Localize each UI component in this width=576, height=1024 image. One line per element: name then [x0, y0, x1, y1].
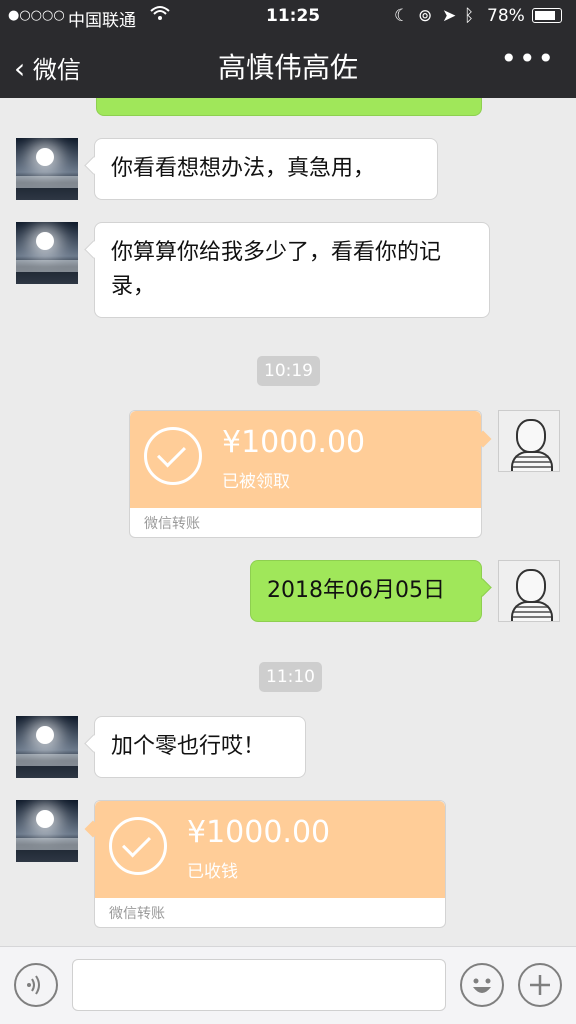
plus-button[interactable]	[518, 963, 562, 1007]
message-text: 你算算你给我多少了，看看你的记录，	[111, 240, 442, 299]
carrier-label: 中国联通	[68, 11, 136, 31]
checkmark-circle-icon	[144, 427, 202, 485]
contact-avatar[interactable]	[16, 716, 78, 778]
moon-icon: ☾	[394, 6, 410, 26]
rotation-lock-icon: ⊚	[418, 6, 433, 26]
transfer-header: ¥1000.00 已收钱	[95, 801, 445, 898]
plus-icon	[530, 975, 550, 995]
contact-avatar[interactable]	[16, 800, 78, 862]
message-bubble[interactable]: 加个零也行哎！	[94, 716, 306, 778]
status-bar: ●○○○○ 中国联通 11:25 ☾ ⊚ ➤ ᛒ 78%	[0, 0, 576, 32]
emoji-icon	[473, 978, 491, 993]
contact-avatar[interactable]	[16, 222, 78, 284]
transfer-card[interactable]: ¥1000.00 已收钱 微信转账	[94, 800, 446, 928]
message-text: 2018年06月05日	[267, 578, 445, 603]
message-bubble[interactable]: 你看看想想办法，真急用，	[94, 138, 438, 200]
timestamp: 10:19	[257, 356, 320, 386]
more-button[interactable]: •••	[500, 42, 556, 75]
message-bubble[interactable]: 2018年06月05日	[250, 560, 482, 622]
wifi-icon	[150, 5, 170, 26]
message-input[interactable]	[72, 959, 446, 1011]
clock: 11:25	[266, 6, 321, 26]
transfer-status: 已被领取	[222, 472, 290, 492]
my-avatar[interactable]	[498, 560, 560, 622]
message-text: 加个零也行哎！	[111, 734, 266, 759]
voice-button[interactable]	[14, 963, 58, 1007]
transfer-amount: ¥1000.00	[187, 815, 331, 850]
signal-strength-icon: ●○○○○	[8, 8, 65, 23]
transfer-card[interactable]: ¥1000.00 已被领取 微信转账	[129, 410, 482, 538]
nav-bar: ‹ 微信 高慎伟高佐 •••	[0, 32, 576, 98]
emoji-button[interactable]	[460, 963, 504, 1007]
transfer-header: ¥1000.00 已被领取	[130, 411, 481, 508]
battery-percent: 78%	[487, 6, 525, 26]
voice-icon	[27, 975, 40, 995]
contact-avatar[interactable]	[16, 138, 78, 200]
checkmark-circle-icon	[109, 817, 167, 875]
chat-title: 高慎伟高佐	[217, 51, 358, 84]
my-avatar[interactable]	[498, 410, 560, 472]
bluetooth-icon: ᛒ	[464, 6, 475, 26]
transfer-amount: ¥1000.00	[222, 425, 366, 460]
message-bubble[interactable]: 你算算你给我多少了，看看你的记录，	[94, 222, 490, 318]
battery-icon	[532, 8, 562, 28]
input-bar	[0, 946, 576, 1024]
transfer-status: 已收钱	[187, 862, 238, 882]
transfer-label: 微信转账	[109, 906, 165, 922]
chat-area[interactable]: 你看看想想办法，真急用， 你算算你给我多少了，看看你的记录， 10:19 ¥10…	[0, 98, 576, 946]
message-text: 你看看想想办法，真急用，	[111, 156, 376, 181]
partial-message-bubble[interactable]	[96, 98, 482, 116]
location-icon: ➤	[442, 6, 457, 26]
timestamp: 11:10	[259, 662, 322, 692]
transfer-label: 微信转账	[144, 516, 200, 532]
